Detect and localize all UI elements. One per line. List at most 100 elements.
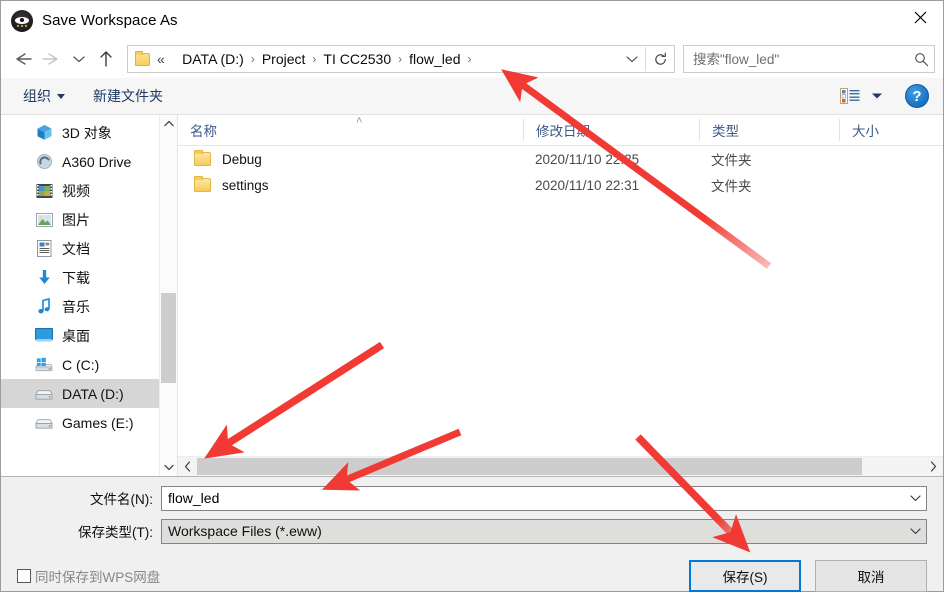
breadcrumb-item-data-d[interactable]: DATA (D:) bbox=[179, 49, 247, 69]
file-size bbox=[839, 172, 929, 198]
folder-icon bbox=[194, 149, 211, 166]
save-button[interactable]: 保存(S) bbox=[689, 560, 801, 592]
wps-cloud-checkbox[interactable]: 同时保存到WPS网盘 bbox=[17, 566, 160, 586]
sidebar-item-label: 音乐 bbox=[62, 298, 90, 315]
address-dropdown-chevron-down-icon[interactable] bbox=[619, 47, 645, 71]
sidebar-item-data-drive[interactable]: DATA (D:) bbox=[1, 379, 177, 408]
filename-chevron-down-icon[interactable] bbox=[904, 487, 926, 510]
filename-field[interactable] bbox=[161, 485, 927, 511]
file-date: 2020/11/10 22:31 bbox=[535, 177, 640, 193]
filename-label: 文件名(N): bbox=[90, 492, 153, 507]
breadcrumb-item-flow-led[interactable]: flow_led bbox=[406, 49, 463, 69]
search-input[interactable] bbox=[684, 51, 908, 67]
breadcrumb-separator: › bbox=[398, 52, 403, 66]
sidebar-item-3d-objects[interactable]: 3D 对象 bbox=[1, 118, 177, 147]
chevron-down-icon bbox=[57, 93, 65, 99]
file-list-horizontal-scrollbar[interactable] bbox=[178, 456, 943, 476]
filetype-select[interactable]: Workspace Files (*.eww) bbox=[161, 518, 927, 544]
file-name-cell: Debug bbox=[178, 146, 523, 172]
breadcrumb-separator-trailing[interactable]: › bbox=[464, 52, 476, 66]
breadcrumb-overflow[interactable]: « bbox=[157, 49, 168, 69]
sidebar-item-videos[interactable]: 视频 bbox=[1, 176, 177, 205]
column-header-date[interactable]: 修改日期 bbox=[523, 119, 699, 141]
sidebar-item-label: 文档 bbox=[62, 240, 90, 257]
column-header-name[interactable]: 名称 ˄ bbox=[178, 115, 523, 141]
file-type: 文件夹 bbox=[711, 179, 752, 194]
breadcrumb: « DATA (D:) › Project › TI CC2530 › flow… bbox=[157, 49, 619, 69]
3d-objects-icon bbox=[35, 124, 53, 142]
file-rows: Debug 2020/11/10 22:25 文件夹 settings 2020… bbox=[178, 146, 943, 456]
breadcrumb-item-project[interactable]: Project bbox=[259, 49, 309, 69]
sidebar-item-a360-drive[interactable]: A360 Drive bbox=[1, 147, 177, 176]
table-row[interactable]: settings 2020/11/10 22:31 文件夹 bbox=[178, 172, 943, 198]
sidebar-item-c-drive[interactable]: C (C:) bbox=[1, 350, 177, 379]
title-bar: Save Workspace As bbox=[1, 1, 943, 40]
help-label: ? bbox=[912, 87, 922, 105]
view-mode-icon[interactable] bbox=[835, 83, 865, 109]
new-folder-button[interactable]: 新建文件夹 bbox=[85, 82, 171, 110]
address-bar[interactable]: « DATA (D:) › Project › TI CC2530 › flow… bbox=[127, 45, 675, 73]
up-arrow-icon[interactable] bbox=[91, 45, 121, 73]
view-mode-chevron-down-icon[interactable] bbox=[865, 83, 889, 109]
close-icon[interactable] bbox=[897, 1, 943, 33]
file-name: settings bbox=[222, 177, 269, 193]
cancel-button[interactable]: 取消 bbox=[815, 560, 927, 592]
filename-input[interactable] bbox=[162, 490, 904, 506]
forward-arrow-icon bbox=[37, 45, 67, 73]
column-headers: 名称 ˄ 修改日期 类型 大小 bbox=[178, 115, 943, 146]
file-name: Debug bbox=[222, 151, 262, 167]
desktop-icon bbox=[35, 327, 53, 345]
recent-locations-chevron-down-icon[interactable] bbox=[67, 45, 91, 73]
sidebar-scrollbar[interactable] bbox=[159, 115, 177, 476]
scroll-down-icon[interactable] bbox=[160, 459, 177, 476]
folder-icon bbox=[194, 175, 211, 192]
sidebar-item-downloads[interactable]: 下载 bbox=[1, 263, 177, 292]
column-header-type[interactable]: 类型 bbox=[699, 119, 839, 141]
checkbox-box[interactable] bbox=[17, 569, 31, 583]
refresh-icon[interactable] bbox=[645, 47, 674, 71]
filetype-row: 保存类型(T): Workspace Files (*.eww) bbox=[1, 517, 943, 545]
file-date: 2020/11/10 22:25 bbox=[535, 151, 640, 167]
scroll-up-icon[interactable] bbox=[160, 115, 177, 132]
sidebar-item-pictures[interactable]: 图片 bbox=[1, 205, 177, 234]
save-button-label: 保存(S) bbox=[722, 570, 768, 585]
organize-button[interactable]: 组织 bbox=[15, 82, 73, 110]
sidebar-item-label: 桌面 bbox=[62, 327, 90, 344]
new-folder-label: 新建文件夹 bbox=[93, 88, 163, 104]
music-icon bbox=[35, 298, 53, 316]
column-header-label: 名称 bbox=[190, 124, 217, 139]
scroll-right-icon[interactable] bbox=[924, 458, 943, 475]
cancel-button-label: 取消 bbox=[857, 570, 885, 585]
scrollbar-track[interactable] bbox=[197, 458, 924, 475]
breadcrumb-item-ti-cc2530[interactable]: TI CC2530 bbox=[320, 49, 394, 69]
column-header-size[interactable]: 大小 bbox=[839, 119, 929, 141]
help-button[interactable]: ? bbox=[905, 84, 929, 108]
search-box[interactable] bbox=[683, 45, 935, 73]
sidebar-item-label: Games (E:) bbox=[62, 414, 134, 431]
sidebar-item-documents[interactable]: 文档 bbox=[1, 234, 177, 263]
videos-icon bbox=[35, 182, 53, 200]
sidebar-item-label: 图片 bbox=[62, 211, 90, 228]
filetype-chevron-down-icon[interactable] bbox=[904, 520, 926, 543]
sidebar-item-games-drive[interactable]: Games (E:) bbox=[1, 408, 177, 437]
column-header-label: 修改日期 bbox=[536, 124, 590, 139]
documents-icon bbox=[35, 240, 53, 258]
navigation-bar: « DATA (D:) › Project › TI CC2530 › flow… bbox=[1, 40, 943, 78]
sidebar-item-desktop[interactable]: 桌面 bbox=[1, 321, 177, 350]
back-arrow-icon[interactable] bbox=[7, 45, 37, 73]
scrollbar-thumb[interactable] bbox=[161, 293, 176, 383]
filename-row: 文件名(N): bbox=[1, 484, 943, 512]
table-row[interactable]: Debug 2020/11/10 22:25 文件夹 bbox=[178, 146, 943, 172]
file-name-cell: settings bbox=[178, 172, 523, 198]
workbench-icon bbox=[11, 9, 33, 32]
sidebar-item-music[interactable]: 音乐 bbox=[1, 292, 177, 321]
sidebar-item-label: C (C:) bbox=[62, 356, 100, 373]
file-list-pane: 名称 ˄ 修改日期 类型 大小 Debug 2020/11/10 22:25 文… bbox=[178, 115, 943, 476]
scroll-left-icon[interactable] bbox=[178, 458, 197, 475]
search-icon[interactable] bbox=[908, 52, 934, 67]
downloads-icon bbox=[35, 269, 53, 287]
scrollbar-thumb[interactable] bbox=[197, 458, 862, 475]
sidebar-list: 3D 对象 A360 Drive 视频 图片 文档 下载 音乐 桌面 C (C:… bbox=[1, 115, 177, 437]
file-size bbox=[839, 146, 929, 172]
sidebar-item-label: DATA (D:) bbox=[62, 385, 124, 402]
